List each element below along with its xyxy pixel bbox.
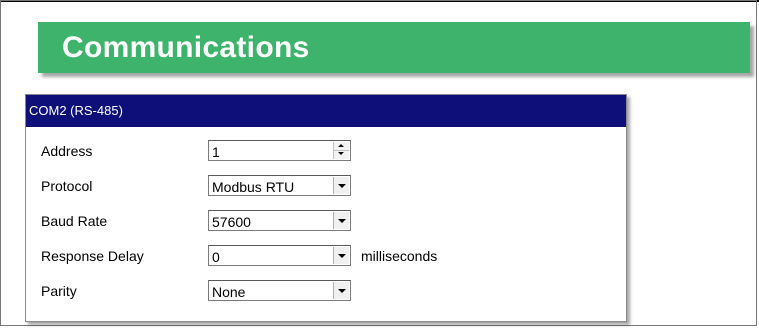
response-delay-unit: milliseconds [361, 248, 438, 264]
response-delay-select[interactable]: 0 [208, 245, 351, 266]
address-row: Address 1 [26, 137, 626, 165]
page-title: Communications [62, 31, 310, 64]
parity-row: Parity None [26, 277, 626, 305]
spin-down-icon[interactable] [334, 150, 349, 158]
address-label: Address [41, 143, 93, 159]
protocol-value: Modbus RTU [212, 179, 295, 195]
chevron-down-icon[interactable] [333, 247, 349, 264]
chevron-down-icon[interactable] [333, 282, 349, 299]
chevron-down-icon[interactable] [333, 212, 349, 229]
address-spinner[interactable]: 1 [208, 140, 351, 161]
section-banner: Communications [38, 22, 750, 73]
baud-rate-label: Baud Rate [41, 213, 108, 229]
baud-rate-select[interactable]: 57600 [208, 210, 351, 231]
parity-select[interactable]: None [208, 280, 351, 301]
baud-rate-row: Baud Rate 57600 [26, 207, 626, 235]
com2-panel: COM2 (RS-485) Address 1 Protocol Modbus … [25, 94, 627, 322]
chevron-down-icon[interactable] [333, 177, 349, 194]
baud-rate-value: 57600 [212, 214, 251, 230]
address-value[interactable]: 1 [212, 144, 220, 160]
panel-header: COM2 (RS-485) [26, 95, 626, 127]
spin-arrows-icon[interactable] [333, 142, 349, 159]
response-delay-label: Response Delay [41, 248, 144, 264]
protocol-row: Protocol Modbus RTU [26, 172, 626, 200]
parity-label: Parity [41, 283, 77, 299]
response-delay-value: 0 [212, 249, 220, 265]
response-delay-row: Response Delay 0 milliseconds [26, 242, 626, 270]
protocol-label: Protocol [41, 178, 93, 194]
parity-value: None [212, 284, 246, 300]
protocol-select[interactable]: Modbus RTU [208, 175, 351, 196]
